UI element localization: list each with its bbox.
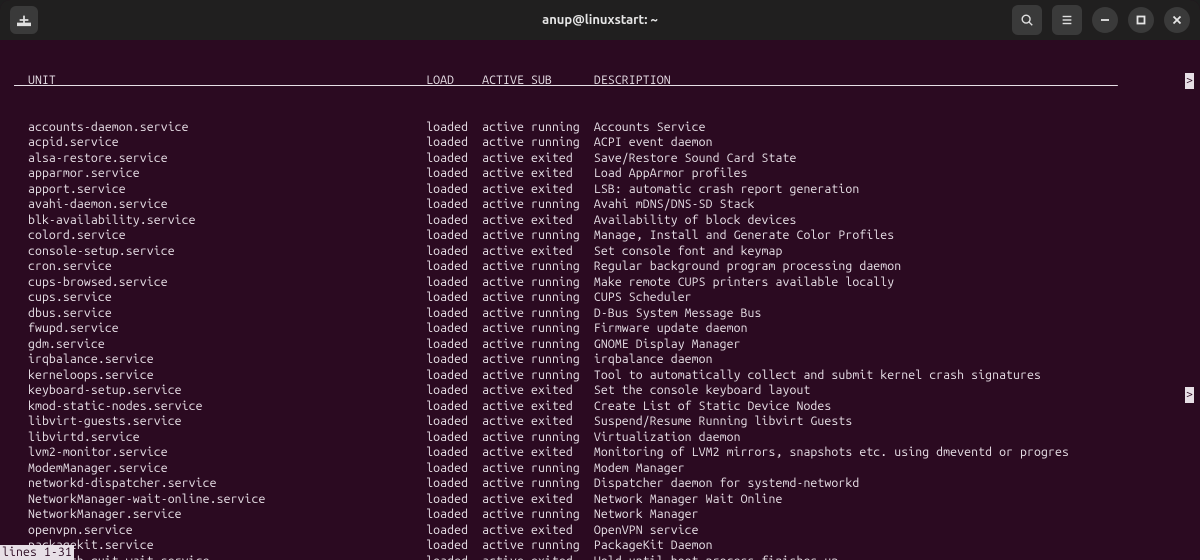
service-row: apport.service loaded active exited LSB:… [0,182,1200,198]
service-row: dbus.service loaded active running D-Bus… [0,306,1200,322]
service-row: libvirtd.service loaded active running V… [0,430,1200,446]
titlebar: anup@linuxstart: ~ [0,0,1200,40]
service-row: ModemManager.service loaded active runni… [0,461,1200,477]
service-row: cups-browsed.service loaded active runni… [0,275,1200,291]
service-row: blk-availability.service loaded active e… [0,213,1200,229]
service-row: irqbalance.service loaded active running… [0,352,1200,368]
service-row: console-setup.service loaded active exit… [0,244,1200,260]
service-row: keyboard-setup.service loaded active exi… [0,383,1200,399]
service-row: gdm.service loaded active running GNOME … [0,337,1200,353]
service-row: lvm2-monitor.service loaded active exite… [0,445,1200,461]
terminal-body[interactable]: UNIT LOAD ACTIVE SUB DESCRIPTION > accou… [0,40,1200,560]
service-row: plymouth-quit-wait.service loaded active… [0,554,1200,560]
service-row: apparmor.service loaded active exited Lo… [0,166,1200,182]
service-row: accounts-daemon.service loaded active ru… [0,120,1200,136]
menu-button[interactable] [1052,5,1082,35]
service-row: colord.service loaded active running Man… [0,228,1200,244]
service-row: packagekit.service loaded active running… [0,538,1200,554]
service-row: NetworkManager.service loaded active run… [0,507,1200,523]
close-button[interactable] [1164,7,1190,33]
service-row: openvpn.service loaded active exited Ope… [0,523,1200,539]
terminal-window: anup@linuxstart: ~ UNIT [0,0,1200,560]
service-row: networkd-dispatcher.service loaded activ… [0,476,1200,492]
service-row: cups.service loaded active running CUPS … [0,290,1200,306]
header-line: UNIT LOAD ACTIVE SUB DESCRIPTION [14,74,1118,87]
service-row: acpid.service loaded active running ACPI… [0,135,1200,151]
service-row: fwupd.service loaded active running Firm… [0,321,1200,337]
pager-status: lines 1-31 [0,545,74,560]
service-row: cron.service loaded active running Regul… [0,259,1200,275]
service-row: kmod-static-nodes.service loaded active … [0,399,1200,415]
maximize-button[interactable] [1128,7,1154,33]
line-continuation-marker: > [1185,387,1194,403]
service-row: avahi-daemon.service loaded active runni… [0,197,1200,213]
search-button[interactable] [1012,5,1042,35]
service-row: NetworkManager-wait-online.service loade… [0,492,1200,508]
minimize-button[interactable] [1092,7,1118,33]
new-tab-button[interactable] [10,6,38,34]
column-header-row: UNIT LOAD ACTIVE SUB DESCRIPTION > [0,73,1200,89]
service-row: libvirt-guests.service loaded active exi… [0,414,1200,430]
line-continuation-marker: > [1185,73,1194,89]
service-row: alsa-restore.service loaded active exite… [0,151,1200,167]
service-row: kerneloops.service loaded active running… [0,368,1200,384]
